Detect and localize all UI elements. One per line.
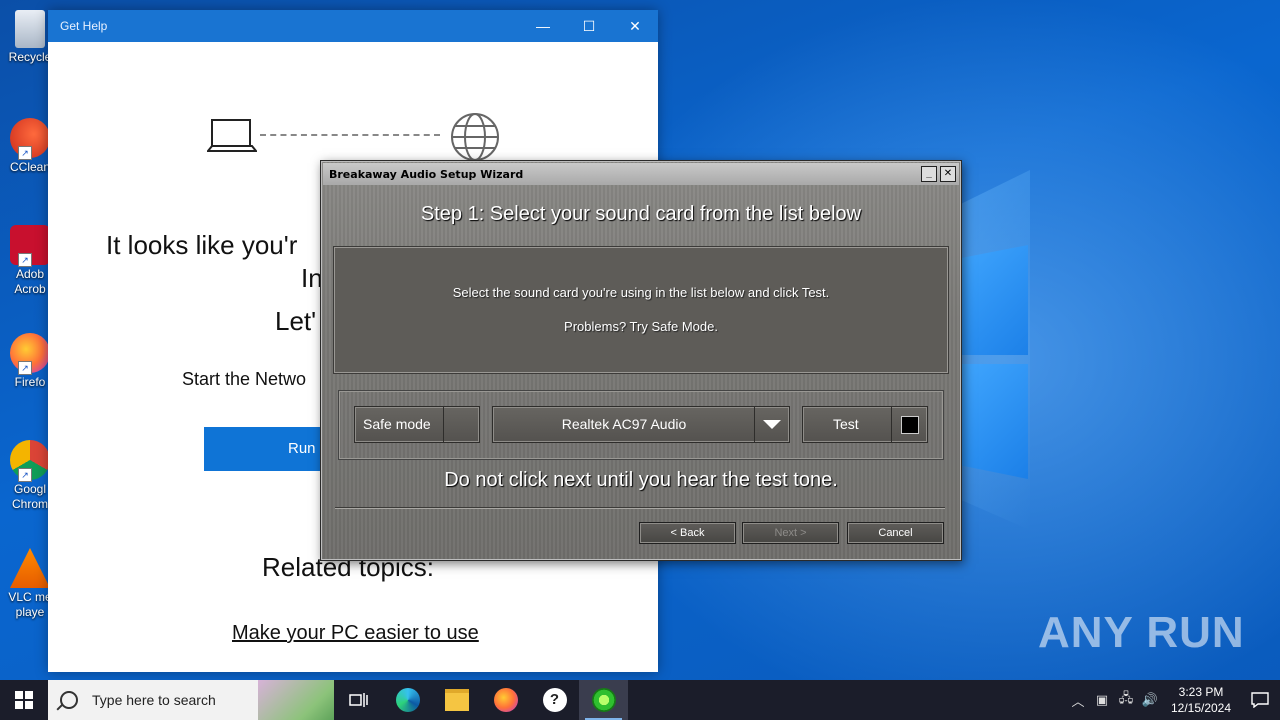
clock-time: 3:23 PM bbox=[1178, 685, 1224, 699]
folder-icon bbox=[444, 689, 469, 711]
system-tray: ︿ ▣ 🖧 🔊 3:23 PM 12/15/2024 bbox=[1066, 680, 1280, 720]
get-help-icon: ? bbox=[542, 688, 567, 712]
wizard-title: Breakaway Audio Setup Wizard bbox=[329, 167, 524, 181]
taskbar-edge[interactable] bbox=[383, 680, 432, 720]
windows-logo-pane-bottom bbox=[960, 364, 1028, 479]
connection-dashes bbox=[260, 134, 440, 136]
search-placeholder: Type here to search bbox=[92, 692, 216, 708]
notification-icon bbox=[1251, 692, 1269, 708]
wizard-problems-text: Problems? Try Safe Mode. bbox=[564, 319, 718, 334]
shortcut-arrow-icon: ↗ bbox=[18, 253, 32, 267]
wizard-controls-row: Safe mode Realtek AC97 Audio Test bbox=[338, 390, 944, 460]
wizard-instruction-text: Select the sound card you're using in th… bbox=[452, 285, 830, 300]
windows-logo-pane-top bbox=[960, 245, 1028, 355]
firefox-icon bbox=[493, 688, 518, 712]
test-indicator-led bbox=[901, 416, 919, 434]
wizard-step-heading: Step 1: Select your sound card from the … bbox=[420, 203, 862, 225]
test-divider bbox=[891, 407, 892, 442]
firefox-icon: ↗ bbox=[10, 333, 50, 375]
wizard-divider bbox=[335, 507, 945, 509]
search-highlight-image bbox=[258, 680, 334, 720]
sound-card-selected-value: Realtek AC97 Audio bbox=[561, 416, 687, 432]
anyrun-watermark: ANY RUN bbox=[1038, 608, 1245, 657]
chrome-icon: ↗ bbox=[10, 440, 50, 482]
taskbar-file-explorer[interactable] bbox=[432, 680, 481, 720]
audio-setup-wizard-dialog: Breakaway Audio Setup Wizard _ ✕ Step 1:… bbox=[320, 160, 962, 561]
taskbar-clock[interactable]: 3:23 PM 12/15/2024 bbox=[1162, 684, 1240, 716]
troubleshoot-subtext: Start the Netwo bbox=[182, 369, 307, 389]
desktop-icon-label: CClean bbox=[9, 160, 51, 174]
search-icon bbox=[60, 691, 78, 709]
safe-mode-divider bbox=[443, 407, 444, 442]
edge-icon bbox=[395, 688, 420, 712]
desktop-icon-label: Firefo bbox=[14, 375, 46, 389]
windows-start-icon bbox=[15, 691, 33, 709]
troubleshoot-heading-line1: It looks like you'r bbox=[106, 230, 298, 260]
desktop-icon-label: Recycle bbox=[8, 50, 52, 64]
taskbar-breakaway[interactable] bbox=[579, 680, 628, 720]
wizard-titlebar[interactable]: Breakaway Audio Setup Wizard _ ✕ bbox=[323, 163, 959, 185]
start-button[interactable] bbox=[0, 680, 48, 720]
get-help-titlebar[interactable]: Get Help — ☐ ✕ bbox=[48, 10, 658, 42]
test-button[interactable]: Test bbox=[802, 406, 928, 443]
shortcut-arrow-icon: ↗ bbox=[18, 468, 32, 482]
wizard-close-button[interactable]: ✕ bbox=[940, 166, 956, 182]
cancel-button[interactable]: Cancel bbox=[847, 522, 944, 544]
safe-mode-label: Safe mode bbox=[363, 416, 431, 432]
taskbar-get-help[interactable]: ? bbox=[530, 680, 579, 720]
breakaway-audio-icon bbox=[591, 688, 616, 712]
next-button[interactable]: Next > bbox=[742, 522, 839, 544]
wizard-instruction-panel: Select the sound card you're using in th… bbox=[333, 246, 949, 374]
task-view-button[interactable] bbox=[334, 680, 383, 720]
wizard-warning-text: Do not click next until you hear the tes… bbox=[444, 469, 838, 491]
chevron-down-icon bbox=[763, 420, 781, 429]
adobe-acrobat-icon: ↗ bbox=[10, 225, 50, 267]
desktop-icon-label: Adob Acrob bbox=[14, 267, 46, 296]
desktop-icon-label: Googl Chrom bbox=[11, 482, 48, 511]
shortcut-arrow-icon: ↗ bbox=[18, 361, 32, 375]
ccleaner-icon: ↗ bbox=[10, 118, 50, 160]
back-button[interactable]: < Back bbox=[639, 522, 736, 544]
action-center-button[interactable] bbox=[1240, 680, 1280, 720]
task-view-icon bbox=[348, 693, 368, 707]
taskbar-search-box[interactable]: Type here to search bbox=[48, 680, 334, 720]
sound-card-select[interactable]: Realtek AC97 Audio bbox=[492, 406, 790, 443]
chevron-up-icon[interactable]: ︿ bbox=[1066, 691, 1090, 710]
window-title: Get Help bbox=[60, 19, 108, 33]
network-icon[interactable]: 🖧 bbox=[1114, 689, 1138, 711]
recycle-bin-icon bbox=[15, 10, 45, 48]
vlc-icon bbox=[10, 548, 50, 588]
meet-now-icon[interactable]: ▣ bbox=[1090, 692, 1114, 708]
sound-card-dropdown-button[interactable] bbox=[754, 407, 789, 442]
maximize-button[interactable]: ☐ bbox=[566, 10, 612, 42]
minimize-button[interactable]: — bbox=[520, 10, 566, 42]
test-button-label: Test bbox=[833, 416, 859, 432]
wizard-minimize-button[interactable]: _ bbox=[921, 166, 937, 182]
volume-icon[interactable]: 🔊 bbox=[1138, 692, 1162, 708]
globe-icon bbox=[451, 113, 499, 161]
troubleshoot-heading-line3: Let' bbox=[275, 306, 317, 336]
close-button[interactable]: ✕ bbox=[612, 10, 658, 42]
clock-date: 12/15/2024 bbox=[1170, 701, 1232, 715]
shortcut-arrow-icon: ↗ bbox=[18, 146, 32, 160]
taskbar: Type here to search ? ︿ ▣ 🖧 🔊 3:23 PM 12… bbox=[0, 680, 1280, 720]
laptop-icon bbox=[207, 119, 257, 152]
safe-mode-toggle[interactable]: Safe mode bbox=[354, 406, 480, 443]
related-topic-link[interactable]: Make your PC easier to use bbox=[232, 622, 479, 645]
taskbar-firefox[interactable] bbox=[481, 680, 530, 720]
